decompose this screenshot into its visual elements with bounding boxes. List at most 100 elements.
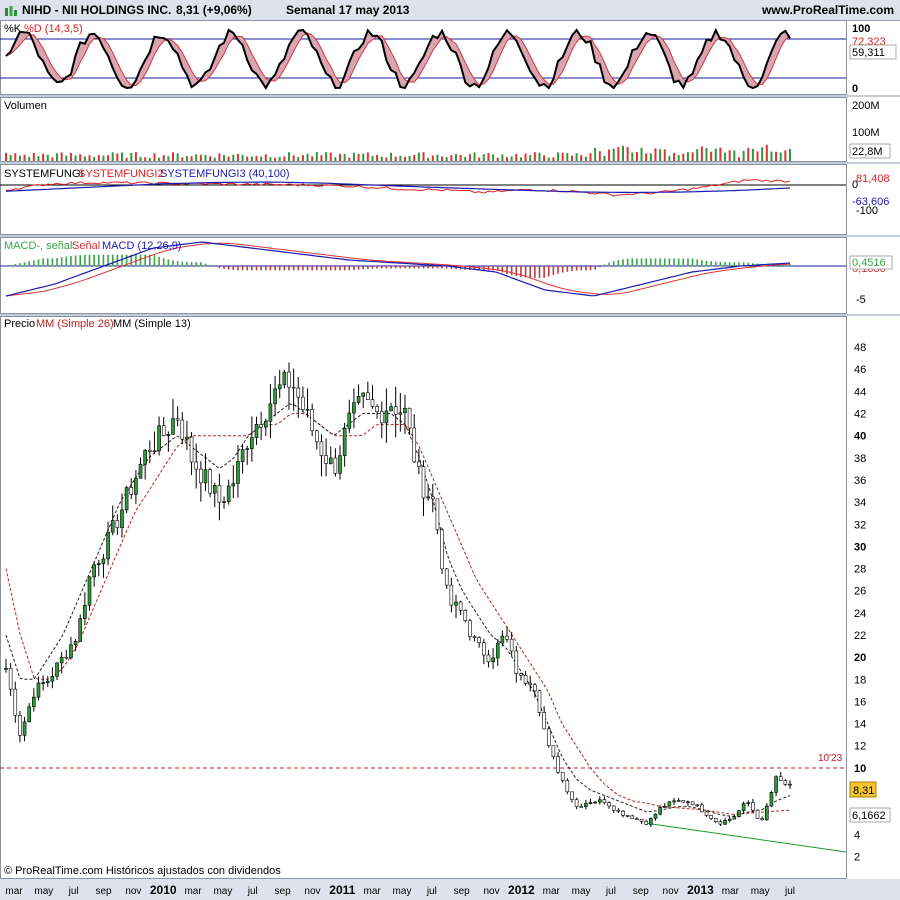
volume-bar <box>557 152 560 161</box>
candle <box>602 799 607 804</box>
ma26-line <box>5 413 791 815</box>
macd-hist-bar <box>640 258 643 267</box>
volume-bar <box>343 153 346 161</box>
stoch-label-k: %K <box>4 23 22 35</box>
candle <box>254 424 259 438</box>
volume-bar <box>635 151 638 161</box>
volume-bar <box>645 153 648 161</box>
candle <box>268 403 273 422</box>
candle <box>13 688 18 716</box>
volume-bar <box>181 157 184 161</box>
volume-bar <box>232 154 235 161</box>
candle <box>138 463 143 479</box>
macd-hist-bar <box>255 266 258 271</box>
volume-bar <box>339 153 342 161</box>
volume-bar <box>719 147 722 161</box>
candle <box>760 818 764 821</box>
macd-hist-bar <box>5 266 7 267</box>
candle <box>379 411 384 424</box>
macd-hist-bar <box>88 254 91 267</box>
candle <box>783 780 788 785</box>
stock-chart: %K %D (14,3,5) 100 0 72,323 59,311 Volum… <box>0 20 900 900</box>
macd-hist-bar <box>176 261 179 267</box>
candle <box>667 801 672 807</box>
macd-hist-bar <box>682 258 685 267</box>
candle <box>157 425 161 452</box>
candle <box>212 485 217 494</box>
candle <box>616 809 621 812</box>
price-tick: 28 <box>854 564 866 576</box>
volume-bar <box>742 150 745 161</box>
volume-label: Volumen <box>4 100 47 112</box>
macd-hist-bar <box>687 258 689 267</box>
volume-bar <box>594 147 597 161</box>
macd-hist-bar <box>97 254 100 267</box>
volume-bar <box>561 152 564 161</box>
volume-bar <box>311 156 314 161</box>
volume-bar <box>60 152 63 161</box>
candle <box>194 461 199 470</box>
macd-hist-bar <box>529 266 532 278</box>
macd-hist-bar <box>575 266 578 271</box>
candle <box>45 680 50 683</box>
volume-bar <box>51 157 54 161</box>
volume-bar <box>626 147 629 161</box>
macd-hist-bar <box>506 266 508 274</box>
x-axis-label: nov <box>304 886 320 897</box>
volume-bar <box>533 152 536 161</box>
macd-hist-bar <box>227 266 230 270</box>
volume-bar <box>454 154 457 161</box>
volume-bar <box>42 153 45 161</box>
price-label: Precio <box>4 318 35 330</box>
candle <box>106 531 110 560</box>
volume-bar <box>408 156 411 161</box>
volume-bar <box>427 157 430 161</box>
support-trendline <box>644 822 847 853</box>
volume-bar <box>144 157 147 161</box>
volume-bar <box>608 149 611 161</box>
candle <box>291 386 296 389</box>
volume-bar <box>747 147 750 161</box>
macd-hist-bar <box>705 260 708 267</box>
candle <box>361 392 366 397</box>
candle <box>375 406 379 412</box>
volume-bar <box>176 153 179 161</box>
candle <box>579 806 584 808</box>
macd-hist-bar <box>260 266 262 271</box>
macd-hist-bar <box>56 258 58 267</box>
candle <box>115 520 120 528</box>
volume-bar <box>538 152 541 161</box>
volume-bar <box>584 156 587 161</box>
volume-bar <box>18 155 21 161</box>
candle <box>649 818 653 825</box>
candle <box>658 807 662 815</box>
volume-bar <box>445 157 448 161</box>
volume-bar <box>515 153 518 161</box>
macd-hist-bar <box>552 266 555 275</box>
candle <box>495 642 500 659</box>
volume-bar <box>756 151 759 161</box>
x-axis-label: mar <box>364 886 382 897</box>
stoch-tick-0: 0 <box>852 83 858 95</box>
macd-hist-bar <box>213 266 216 267</box>
x-axis-label: 2010 <box>150 883 177 897</box>
candle <box>148 449 152 452</box>
price-tick: 32 <box>854 519 866 531</box>
volume-bar <box>654 148 657 161</box>
price-tick: 42 <box>854 409 866 421</box>
x-axis-label: jul <box>68 886 79 897</box>
macd-hist-bar <box>278 266 281 271</box>
macd-hist-bar <box>663 258 666 267</box>
sys-value-blue: -63,606 <box>852 196 889 208</box>
volume-bar <box>673 153 676 161</box>
macd-hist-bar <box>246 266 249 271</box>
x-axis-label: may <box>213 886 232 897</box>
volume-bar <box>640 147 643 161</box>
candle <box>509 638 514 652</box>
macd-hist-bar <box>376 266 378 269</box>
macd-hist-bar <box>339 266 341 271</box>
candle <box>315 430 319 443</box>
macd-hist-bar <box>645 258 647 267</box>
macd-hist-bar <box>223 266 225 269</box>
candle <box>305 408 310 411</box>
